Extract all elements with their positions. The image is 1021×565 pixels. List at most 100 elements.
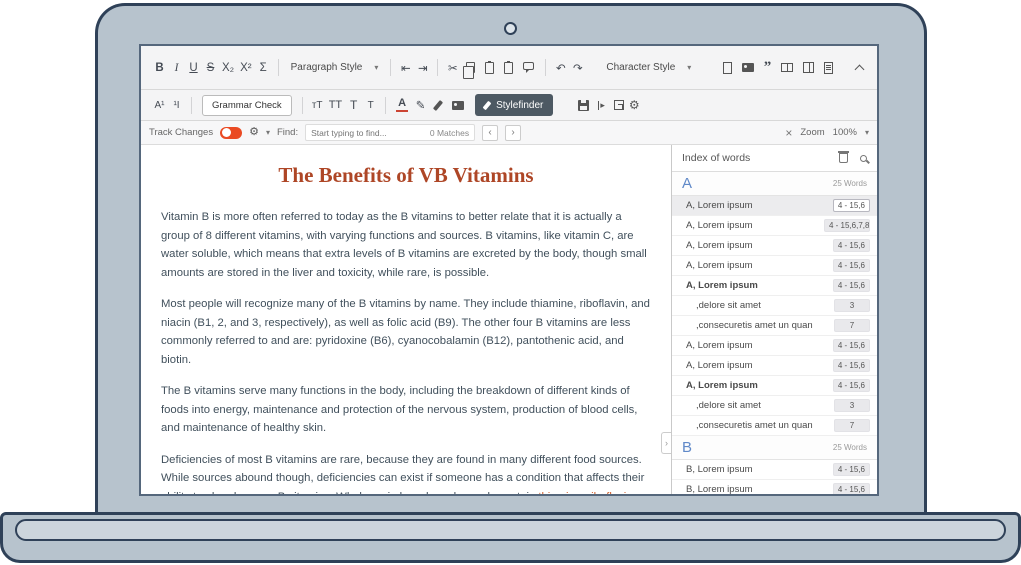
case-style-caps-button[interactable]: TT bbox=[326, 94, 345, 116]
divider bbox=[191, 97, 192, 114]
section-word-count: 25 Words bbox=[833, 443, 867, 452]
collapse-toolbar-icon[interactable] bbox=[855, 64, 865, 74]
superscript-button[interactable]: X² bbox=[237, 57, 255, 79]
paragraph: Deficiencies of most B vitamins are rare… bbox=[161, 451, 651, 494]
bold-button[interactable]: B bbox=[151, 57, 168, 79]
paragraph-style-dropdown[interactable]: Paragraph Style ▾ bbox=[285, 57, 385, 79]
cut-button[interactable]: ✂ bbox=[444, 57, 461, 79]
comment-icon[interactable] bbox=[523, 62, 534, 70]
paragraph-style-label: Paragraph Style bbox=[291, 62, 363, 73]
italic-button[interactable]: I bbox=[168, 57, 185, 79]
book-view-icon[interactable] bbox=[781, 63, 793, 72]
close-icon[interactable]: × bbox=[785, 127, 792, 139]
strikethrough-button[interactable]: S bbox=[202, 57, 219, 79]
find-label: Find: bbox=[277, 127, 298, 138]
gear-icon[interactable]: ⚙ bbox=[629, 99, 640, 111]
export-icon[interactable]: ▸ bbox=[598, 101, 605, 110]
chevron-down-icon: ▾ bbox=[266, 128, 270, 137]
paragraph: Vitamin B is more often referred to toda… bbox=[161, 208, 651, 282]
trash-icon[interactable] bbox=[839, 153, 848, 163]
item-label: A, Lorem ipsum bbox=[686, 380, 833, 391]
item-label: A, Lorem ipsum bbox=[686, 240, 833, 251]
paragraph: The B vitamins serve many functions in t… bbox=[161, 382, 651, 438]
item-label: B, Lorem ipsum bbox=[686, 464, 833, 475]
list-item[interactable]: B, Lorem ipsum 4 - 15,6 bbox=[672, 480, 877, 494]
sidebar-collapse-handle[interactable]: › bbox=[661, 432, 671, 454]
find-next-button[interactable]: › bbox=[505, 125, 521, 141]
track-changes-toggle[interactable] bbox=[220, 127, 242, 139]
case-style-title-button[interactable]: T bbox=[345, 94, 362, 116]
subscript-button[interactable]: X₂ bbox=[219, 57, 237, 79]
list-item[interactable]: B, Lorem ipsum 4 - 15,6 bbox=[672, 460, 877, 480]
clipboard-icon[interactable] bbox=[504, 62, 513, 74]
divider bbox=[302, 97, 303, 114]
list-subitem[interactable]: ,consecuretis amet un quan 7 bbox=[672, 416, 877, 436]
divider bbox=[545, 59, 546, 76]
grammar-check-button[interactable]: Grammar Check bbox=[202, 95, 292, 116]
list-item[interactable]: A, Lorem ipsum 4 - 15,6 bbox=[672, 276, 877, 296]
item-badge: 3 bbox=[834, 399, 870, 412]
item-label: A, Lorem ipsum bbox=[686, 280, 833, 291]
item-badge: 4 - 15,6 bbox=[833, 199, 870, 212]
case-style-plain-button[interactable]: T bbox=[362, 94, 379, 116]
item-label: ,delore sit amet bbox=[696, 300, 834, 311]
media-icon[interactable] bbox=[452, 101, 464, 110]
item-badge: 4 - 15,6 bbox=[833, 359, 870, 372]
item-badge: 4 - 15,6 bbox=[833, 239, 870, 252]
insert-image-icon[interactable] bbox=[742, 63, 754, 72]
sidebar-header: Index of words bbox=[672, 145, 877, 172]
section-header-b: B 25 Words bbox=[672, 436, 877, 460]
section-letter: B bbox=[682, 439, 833, 456]
list-item[interactable]: A, Lorem ipsum 4 - 15,6 bbox=[672, 236, 877, 256]
columns-icon[interactable] bbox=[803, 62, 814, 73]
list-subitem[interactable]: ,consecuretis amet un quan 7 bbox=[672, 316, 877, 336]
stylefinder-button[interactable]: Stylefinder bbox=[475, 94, 553, 116]
raise-baseline-button[interactable]: A¹ bbox=[151, 94, 168, 116]
indent-button[interactable]: ⇥ bbox=[414, 57, 431, 79]
find-previous-button[interactable]: ‹ bbox=[482, 125, 498, 141]
list-item[interactable]: A, Lorem ipsum 4 - 15,6 bbox=[672, 336, 877, 356]
zoom-label: Zoom bbox=[800, 127, 824, 138]
item-label: ,consecuretis amet un quan bbox=[696, 420, 834, 431]
outdent-button[interactable]: ⇤ bbox=[397, 57, 414, 79]
zoom-value[interactable]: 100% bbox=[833, 127, 857, 138]
list-subitem[interactable]: ,delore sit amet 3 bbox=[672, 296, 877, 316]
list-item[interactable]: A, Lorem ipsum 4 - 15,6,7,8 bbox=[672, 216, 877, 236]
list-subitem[interactable]: ,delore sit amet 3 bbox=[672, 396, 877, 416]
case-style-small-button[interactable]: тT bbox=[309, 94, 326, 116]
page-layout-icon[interactable] bbox=[723, 62, 732, 74]
find-settings-gear-icon[interactable]: ⚙ bbox=[249, 127, 259, 138]
section-header-a: A 25 Words bbox=[672, 172, 877, 196]
divider bbox=[385, 97, 386, 114]
font-color-button[interactable]: A bbox=[396, 98, 408, 112]
save-icon[interactable] bbox=[578, 100, 589, 111]
item-label: ,delore sit amet bbox=[696, 400, 834, 411]
search-icon[interactable] bbox=[860, 155, 867, 162]
item-badge: 4 - 15,6 bbox=[833, 463, 870, 476]
paste-icon[interactable] bbox=[485, 62, 494, 74]
equation-button[interactable]: Σ bbox=[255, 57, 272, 79]
match-count: 0 Matches bbox=[430, 128, 469, 138]
line-spacing-button[interactable]: ¹I bbox=[168, 94, 185, 116]
character-style-label: Character Style bbox=[606, 62, 675, 73]
underline-button[interactable]: U bbox=[185, 57, 202, 79]
list-item[interactable]: A, Lorem ipsum 4 - 15,6 bbox=[672, 196, 877, 216]
list-item[interactable]: A, Lorem ipsum 4 - 15,6 bbox=[672, 256, 877, 276]
undo-button[interactable]: ↶ bbox=[552, 57, 569, 79]
redo-button[interactable]: ↷ bbox=[569, 57, 586, 79]
toolbar-row-2: A¹ ¹I Grammar Check тT TT T T A ✎ Stylef… bbox=[141, 90, 877, 121]
list-item[interactable]: A, Lorem ipsum 4 - 15,6 bbox=[672, 356, 877, 376]
document-canvas[interactable]: The Benefits of VB Vitamins Vitamin B is… bbox=[141, 145, 671, 494]
chevron-down-icon: ▾ bbox=[374, 63, 378, 72]
character-style-dropdown[interactable]: Character Style ▾ bbox=[600, 57, 697, 79]
share-icon[interactable] bbox=[614, 100, 624, 110]
highlighter-icon[interactable] bbox=[433, 100, 443, 111]
item-badge: 4 - 15,6 bbox=[833, 279, 870, 292]
quote-icon[interactable]: ” bbox=[759, 57, 776, 79]
track-changes-label: Track Changes bbox=[149, 127, 213, 138]
document-icon[interactable] bbox=[824, 62, 833, 74]
copy-icon[interactable] bbox=[466, 62, 475, 73]
pen-icon[interactable]: ✎ bbox=[412, 94, 429, 116]
list-item[interactable]: A, Lorem ipsum 4 - 15,6 bbox=[672, 376, 877, 396]
find-input[interactable] bbox=[311, 128, 426, 138]
